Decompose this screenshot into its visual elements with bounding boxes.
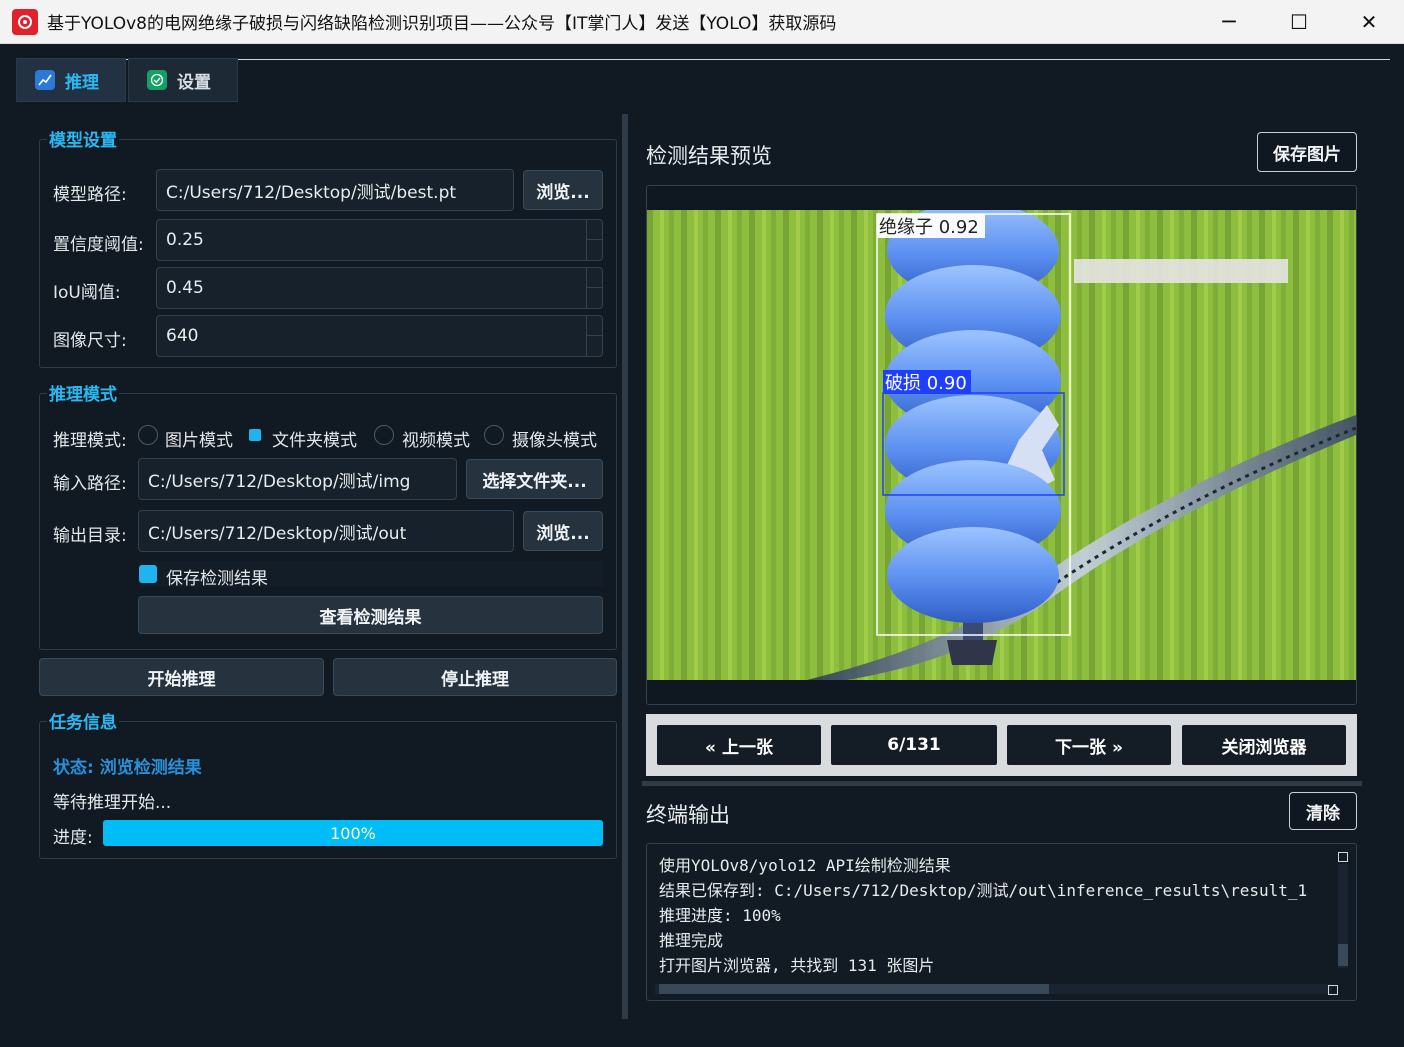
- tab-inference-label: 推理: [65, 72, 99, 93]
- next-image-button[interactable]: 下一张 »: [1007, 725, 1171, 765]
- title-bar: 基于YOLOv8的电网绝缘子破损与闪络缺陷检测识别项目——公众号【IT掌门人】发…: [0, 0, 1404, 44]
- conf-spin-arrows[interactable]: [586, 220, 602, 260]
- app-logo-icon: [12, 8, 38, 35]
- scroll-corner-arrow[interactable]: [1328, 985, 1338, 995]
- scroll-up-arrow[interactable]: [1338, 852, 1348, 862]
- output-dir-field[interactable]: C:/Users/712/Desktop/测试/out: [138, 510, 514, 552]
- status-label: 状态: 浏览检测结果: [53, 758, 202, 778]
- model-settings-title: 模型设置: [47, 126, 119, 151]
- tab-inference[interactable]: 推理: [16, 58, 126, 102]
- inference-mode-title: 推理模式: [47, 380, 119, 405]
- image-size-value: 640: [166, 326, 199, 346]
- main-window: 推理 设置 模型设置 模型路径: C:/Users/712/Desktop/测试…: [2, 44, 1402, 1045]
- clear-terminal-button[interactable]: 清除: [1289, 792, 1357, 830]
- select-folder-button[interactable]: 选择文件夹...: [466, 459, 603, 499]
- terminal-horizontal-scrollbar[interactable]: [655, 984, 1331, 994]
- task-info-title: 任务信息: [47, 708, 119, 733]
- damage-detection-label: 破损 0.90: [885, 373, 967, 394]
- maximize-button[interactable]: ☐: [1264, 0, 1334, 44]
- horizontal-scroll-thumb[interactable]: [659, 984, 1049, 994]
- chart-icon: [35, 70, 55, 90]
- conf-threshold-value: 0.25: [166, 230, 204, 250]
- close-browser-button[interactable]: 关闭浏览器: [1182, 725, 1346, 765]
- image-navigation-bar: « 上一张 6/131 下一张 » 关闭浏览器: [646, 714, 1357, 776]
- radio-camera-mode[interactable]: [484, 425, 504, 445]
- output-dir-label: 输出目录:: [53, 526, 127, 546]
- iou-threshold-value: 0.45: [166, 278, 204, 298]
- output-browse-button[interactable]: 浏览...: [523, 511, 603, 551]
- terminal-title: 终端输出: [646, 803, 730, 827]
- insulator-photo: 绝缘子 0.92 破损 0.90: [647, 210, 1356, 680]
- vertical-scroll-thumb[interactable]: [1338, 944, 1348, 966]
- image-size-label: 图像尺寸:: [53, 331, 127, 351]
- mode-label: 推理模式:: [53, 431, 127, 451]
- check-icon: [147, 70, 167, 90]
- close-button[interactable]: ✕: [1334, 0, 1404, 44]
- radio-video-mode[interactable]: [374, 425, 394, 445]
- input-path-label: 输入路径:: [53, 474, 127, 494]
- progress-label: 进度:: [53, 828, 93, 848]
- terminal-line: 使用YOLOv8/yolo12 API绘制检测结果: [659, 856, 951, 875]
- tab-settings[interactable]: 设置: [128, 58, 238, 102]
- detection-image[interactable]: 绝缘子 0.92 破损 0.90: [647, 210, 1356, 680]
- model-browse-button[interactable]: 浏览...: [523, 170, 603, 210]
- radio-video-mode-label[interactable]: 视频模式: [402, 426, 470, 451]
- save-image-button[interactable]: 保存图片: [1257, 132, 1357, 172]
- input-path-field[interactable]: C:/Users/712/Desktop/测试/img: [138, 458, 457, 500]
- preview-title: 检测结果预览: [646, 144, 772, 168]
- stop-inference-button[interactable]: 停止推理: [333, 658, 617, 696]
- terminal-vertical-scrollbar[interactable]: [1338, 852, 1348, 980]
- terminal-line: 打开图片浏览器, 共找到 131 张图片: [659, 956, 935, 975]
- tab-settings-label: 设置: [177, 72, 211, 93]
- image-size-spinbox[interactable]: 640: [156, 315, 603, 357]
- start-inference-button[interactable]: 开始推理: [39, 658, 324, 696]
- radio-camera-mode-label[interactable]: 摄像头模式: [512, 426, 597, 451]
- image-counter: 6/131: [831, 725, 997, 765]
- view-results-button[interactable]: 查看检测结果: [138, 596, 603, 634]
- iou-threshold-spinbox[interactable]: 0.45: [156, 267, 603, 309]
- iou-spin-arrows[interactable]: [586, 268, 602, 308]
- window-controls: ─ ☐ ✕: [1194, 0, 1404, 44]
- iou-threshold-label: IoU阈值:: [53, 283, 121, 303]
- prev-image-button[interactable]: « 上一张: [657, 725, 821, 765]
- terminal-line: 推理进度: 100%: [659, 906, 781, 925]
- imgsz-spin-arrows[interactable]: [586, 316, 602, 356]
- radio-image-mode-label[interactable]: 图片模式: [165, 426, 233, 451]
- conf-threshold-spinbox[interactable]: 0.25: [156, 219, 603, 261]
- terminal-output[interactable]: 使用YOLOv8/yolo12 API绘制检测结果 结果已保存到: C:/Use…: [646, 843, 1357, 1001]
- window-title: 基于YOLOv8的电网绝缘子破损与闪络缺陷检测识别项目——公众号【IT掌门人】发…: [47, 14, 837, 34]
- insulator-detection-label: 绝缘子 0.92: [879, 217, 979, 238]
- horizontal-splitter[interactable]: [642, 781, 1362, 786]
- radio-folder-mode-label[interactable]: 文件夹模式: [272, 426, 357, 451]
- minimize-button[interactable]: ─: [1194, 0, 1264, 44]
- conf-threshold-label: 置信度阈值:: [53, 235, 144, 255]
- vertical-splitter[interactable]: [622, 114, 628, 1019]
- progress-bar-text: 100%: [330, 823, 376, 843]
- task-message: 等待推理开始...: [53, 793, 172, 813]
- save-results-checkbox[interactable]: [139, 565, 157, 583]
- model-path-label: 模型路径:: [53, 185, 127, 205]
- radio-image-mode[interactable]: [138, 425, 158, 445]
- save-results-label[interactable]: 保存检测结果: [166, 564, 268, 589]
- model-path-input[interactable]: C:/Users/712/Desktop/测试/best.pt: [156, 169, 514, 211]
- radio-folder-mode[interactable]: [249, 429, 261, 441]
- progress-bar: 100%: [103, 820, 603, 846]
- terminal-line: 推理完成: [659, 931, 724, 950]
- terminal-line: 结果已保存到: C:/Users/712/Desktop/测试/out\infe…: [659, 881, 1308, 900]
